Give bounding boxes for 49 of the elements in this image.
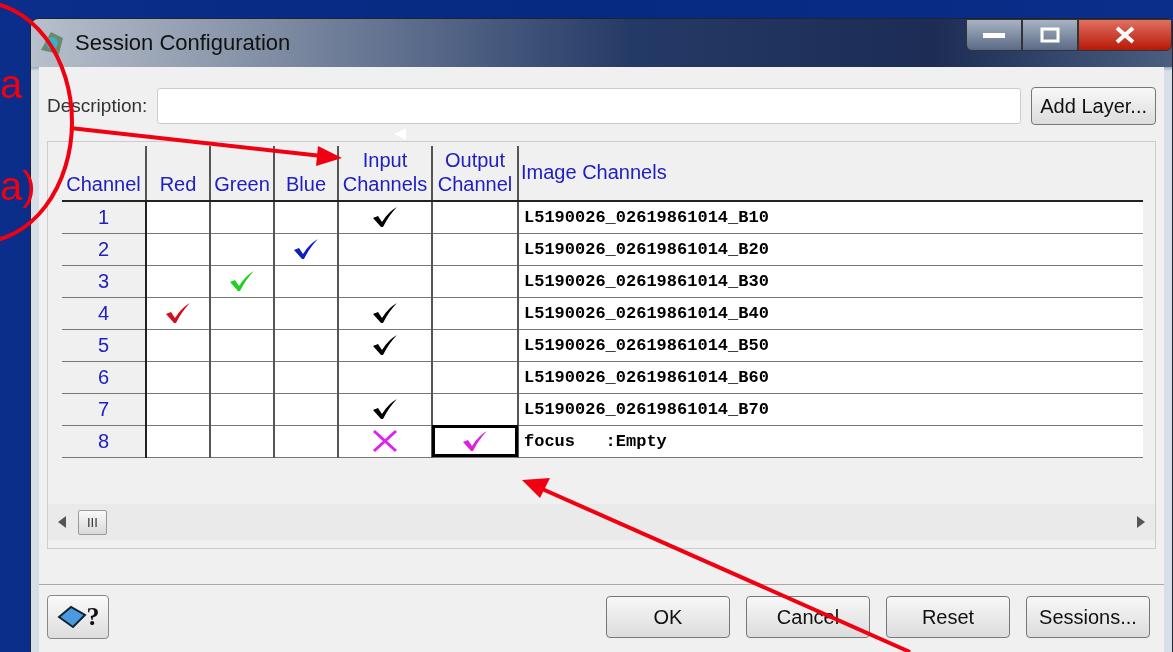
add-layer-button[interactable]: Add Layer... bbox=[1031, 87, 1156, 125]
check-icon[interactable] bbox=[165, 302, 191, 324]
check-icon[interactable] bbox=[372, 398, 398, 420]
table-cell: L5190026_02619861014_B30 bbox=[518, 265, 1143, 297]
scroll-left-icon[interactable] bbox=[58, 516, 66, 528]
scroll-right-icon[interactable] bbox=[1137, 516, 1145, 528]
row-header: 3 bbox=[62, 265, 146, 297]
table-cell: L5190026_02619861014_B70 bbox=[518, 393, 1143, 425]
check-icon[interactable] bbox=[229, 270, 255, 292]
description-field[interactable] bbox=[157, 88, 1022, 124]
help-button[interactable]: ? bbox=[47, 595, 109, 639]
column-header: Channel bbox=[62, 146, 146, 201]
table-cell: L5190026_02619861014_B50 bbox=[518, 329, 1143, 361]
check-icon[interactable] bbox=[372, 334, 398, 356]
maximize-icon bbox=[1040, 27, 1060, 43]
check-icon[interactable] bbox=[293, 238, 319, 260]
column-header: Input Channels bbox=[338, 146, 432, 201]
maximize-button[interactable] bbox=[1022, 19, 1078, 51]
column-header: Output Channel bbox=[432, 146, 518, 201]
row-header: 4 bbox=[62, 297, 146, 329]
row-header: 2 bbox=[62, 233, 146, 265]
column-header: Green bbox=[210, 146, 274, 201]
cross-icon[interactable] bbox=[372, 429, 398, 453]
dialog-button[interactable]: OK bbox=[606, 596, 730, 638]
close-icon bbox=[1114, 26, 1136, 44]
table-cell: L5190026_02619861014_B10 bbox=[518, 201, 1143, 233]
dialog-button[interactable]: Sessions... bbox=[1026, 596, 1150, 638]
row-header: 1 bbox=[62, 201, 146, 233]
check-icon[interactable] bbox=[462, 430, 488, 452]
check-icon[interactable] bbox=[372, 302, 398, 324]
annotation-label: a bbox=[0, 64, 23, 104]
table-cell: L5190026_02619861014_B60 bbox=[518, 361, 1143, 393]
row-header: 5 bbox=[62, 329, 146, 361]
table-cell: L5190026_02619861014_B20 bbox=[518, 233, 1143, 265]
table-cell: L5190026_02619861014_B40 bbox=[518, 297, 1143, 329]
row-header: 8 bbox=[62, 425, 146, 457]
column-header: Red bbox=[146, 146, 210, 201]
column-header: Image Channels bbox=[518, 146, 1143, 201]
book-icon bbox=[56, 605, 87, 629]
window-title: Session Configuration bbox=[75, 30, 291, 56]
dialog-button[interactable]: Reset bbox=[886, 596, 1010, 638]
row-header: 6 bbox=[62, 361, 146, 393]
row-header: 7 bbox=[62, 393, 146, 425]
close-button[interactable] bbox=[1078, 19, 1172, 51]
scrollbar-thumb[interactable]: III bbox=[78, 509, 107, 535]
table-cell: focus :Empty bbox=[518, 425, 1143, 457]
minimize-icon bbox=[983, 31, 1005, 39]
check-icon[interactable] bbox=[372, 206, 398, 229]
minimize-button[interactable] bbox=[966, 19, 1022, 51]
